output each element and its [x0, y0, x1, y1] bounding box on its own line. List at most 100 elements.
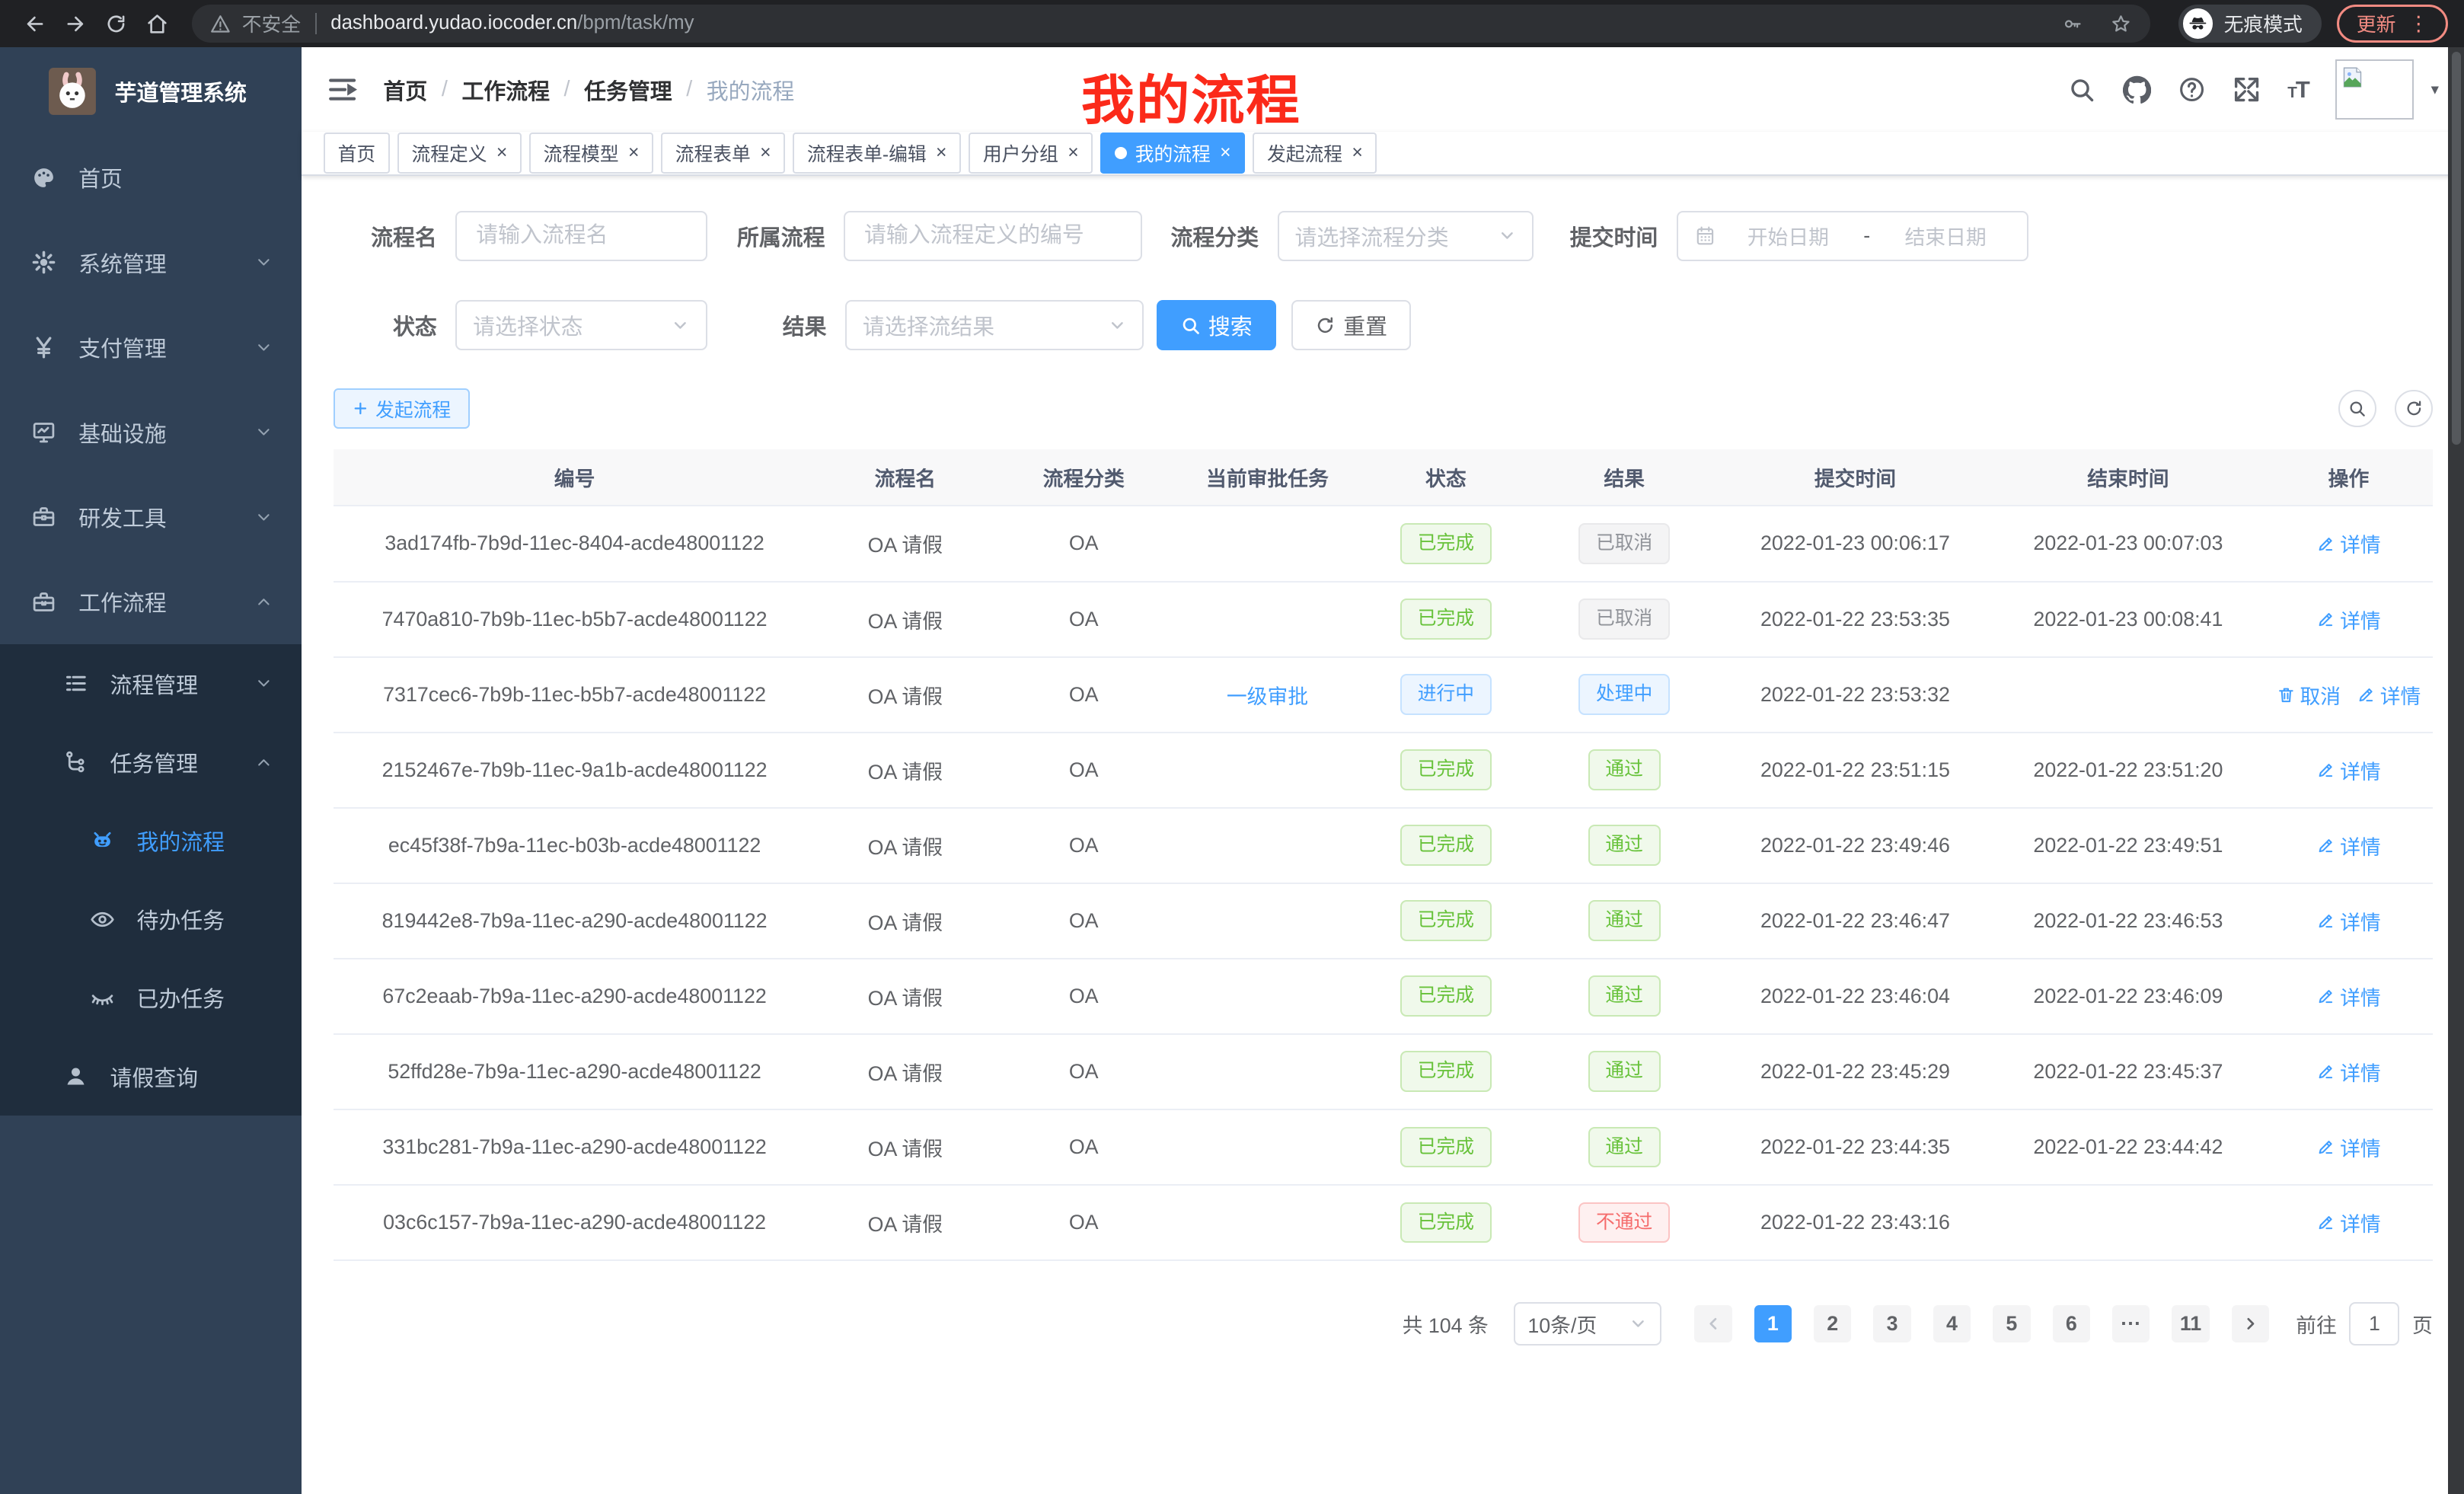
- chevron-down-icon[interactable]: ▾: [2431, 80, 2439, 99]
- github-icon[interactable]: [2123, 75, 2151, 104]
- tab-my-process[interactable]: 我的流程×: [1100, 132, 1245, 174]
- result-select[interactable]: 请选择流结果: [845, 300, 1144, 350]
- breadcrumb-item[interactable]: 首页: [384, 74, 428, 106]
- process-filter-input[interactable]: [844, 211, 1142, 261]
- tab-process-form[interactable]: 流程表单×: [661, 132, 785, 174]
- tab-label: 流程定义: [411, 139, 487, 167]
- result-badge: 通过: [1588, 975, 1661, 1017]
- search-icon[interactable]: [2067, 75, 2095, 104]
- search-button[interactable]: 搜索: [1157, 300, 1276, 350]
- tab-close-icon[interactable]: ×: [1068, 144, 1078, 163]
- tab-user-group[interactable]: 用户分组×: [969, 132, 1093, 174]
- prev-page-button[interactable]: [1694, 1305, 1732, 1343]
- forward-button[interactable]: [56, 5, 94, 43]
- tab-start-process[interactable]: 发起流程×: [1253, 132, 1377, 174]
- table-row: 2152467e-7b9b-11ec-9a1b-acde48001122OA 请…: [334, 733, 2433, 808]
- date-range-picker[interactable]: 开始日期 - 结束日期: [1677, 211, 2028, 261]
- detail-action-link[interactable]: 详情: [2357, 680, 2421, 710]
- sidebar-item-todo-tasks[interactable]: 待办任务: [0, 880, 302, 959]
- detail-action-link[interactable]: 详情: [2316, 755, 2381, 785]
- tab-close-icon[interactable]: ×: [628, 144, 639, 163]
- goto-page-input[interactable]: [2349, 1302, 2399, 1346]
- page-ellipsis[interactable]: ···: [2112, 1305, 2150, 1343]
- sidebar-item-done-tasks[interactable]: 已办任务: [0, 959, 302, 1037]
- page-button-5[interactable]: 5: [1993, 1305, 2031, 1343]
- detail-action-link[interactable]: 详情: [2316, 1057, 2381, 1087]
- sidebar-item-infrastructure[interactable]: 基础设施: [0, 390, 302, 474]
- tab-close-icon[interactable]: ×: [936, 144, 946, 163]
- detail-action-link[interactable]: 详情: [2316, 1132, 2381, 1162]
- tab-process-form-edit[interactable]: 流程表单-编辑×: [793, 132, 961, 174]
- sidebar-item-workflow[interactable]: 工作流程: [0, 560, 302, 644]
- detail-action-link[interactable]: 详情: [2316, 982, 2381, 1011]
- fullscreen-icon[interactable]: [2233, 75, 2261, 104]
- sidebar-item-leave-query[interactable]: 请假查询: [0, 1037, 302, 1116]
- sidebar-item-task-mgmt[interactable]: 任务管理: [0, 723, 302, 801]
- detail-action-link[interactable]: 详情: [2316, 605, 2381, 634]
- action-label: 详情: [2340, 605, 2381, 634]
- tab-close-icon[interactable]: ×: [496, 144, 507, 163]
- back-button[interactable]: [16, 5, 54, 43]
- cell-result: 已取消: [1530, 506, 1719, 581]
- cell-process-name: OA 请假: [816, 582, 994, 657]
- page-button-4[interactable]: 4: [1933, 1305, 1971, 1343]
- refresh-table-button[interactable]: [2395, 390, 2433, 428]
- detail-action-link[interactable]: 详情: [2316, 906, 2381, 936]
- key-icon[interactable]: [2062, 14, 2083, 34]
- star-icon[interactable]: [2111, 14, 2131, 34]
- search-toggle-button[interactable]: [2338, 390, 2376, 428]
- status-select[interactable]: 请选择状态: [455, 300, 707, 350]
- page-button-2[interactable]: 2: [1814, 1305, 1852, 1343]
- scrollbar[interactable]: [2448, 47, 2464, 1494]
- help-icon[interactable]: [2178, 75, 2206, 104]
- cell-submit-time: 2022-01-22 23:44:35: [1719, 1109, 1991, 1185]
- hamburger-icon[interactable]: [327, 74, 358, 105]
- page-button-3[interactable]: 3: [1873, 1305, 1911, 1343]
- detail-action-link[interactable]: 详情: [2316, 831, 2381, 860]
- avatar[interactable]: [2335, 59, 2414, 119]
- page-button-1[interactable]: 1: [1754, 1305, 1792, 1343]
- cancel-action-link[interactable]: 取消: [2277, 680, 2341, 710]
- scrollbar-thumb[interactable]: [2452, 52, 2461, 445]
- sidebar-item-payment[interactable]: 支付管理: [0, 305, 302, 389]
- reset-button[interactable]: 重置: [1291, 300, 1411, 350]
- page-size-select[interactable]: 10条/页: [1514, 1302, 1661, 1346]
- cell-category: OA: [994, 959, 1173, 1034]
- sidebar-item-devtools[interactable]: 研发工具: [0, 474, 302, 559]
- update-button[interactable]: 更新 ⋮: [2337, 5, 2448, 43]
- detail-action-link[interactable]: 详情: [2316, 528, 2381, 558]
- tab-close-icon[interactable]: ×: [760, 144, 771, 163]
- table-row: 7470a810-7b9b-11ec-b5b7-acde48001122OA 请…: [334, 582, 2433, 657]
- pen-icon: [2316, 761, 2335, 780]
- sidebar-item-home[interactable]: 首页: [0, 135, 302, 219]
- tab-home[interactable]: 首页: [324, 132, 390, 174]
- cell-status: 已完成: [1362, 733, 1530, 808]
- sidebar-item-my-process[interactable]: 我的流程: [0, 801, 302, 879]
- app-logo[interactable]: 芋道管理系统: [0, 47, 302, 136]
- table-row: 819442e8-7b9a-11ec-a290-acde48001122OA 请…: [334, 883, 2433, 959]
- detail-action-link[interactable]: 详情: [2316, 1208, 2381, 1237]
- reload-button[interactable]: [97, 5, 136, 43]
- next-page-button[interactable]: [2232, 1305, 2270, 1343]
- font-size-icon[interactable]: TT: [2287, 76, 2308, 104]
- page-button-11[interactable]: 11: [2172, 1305, 2210, 1343]
- cell-category: OA: [994, 883, 1173, 959]
- tab-process-definition[interactable]: 流程定义 ×: [397, 132, 522, 174]
- branch-icon: [63, 749, 88, 774]
- breadcrumb-item[interactable]: 任务管理: [584, 74, 672, 106]
- sidebar-item-process-mgmt[interactable]: 流程管理: [0, 644, 302, 723]
- sidebar-item-system[interactable]: 系统管理: [0, 220, 302, 305]
- breadcrumb-item[interactable]: 工作流程: [461, 74, 550, 106]
- menu-dots-icon[interactable]: ⋮: [2408, 14, 2429, 34]
- tab-process-model[interactable]: 流程模型×: [529, 132, 653, 174]
- current-task-link[interactable]: 一级审批: [1227, 685, 1308, 708]
- name-filter-input[interactable]: [455, 211, 707, 261]
- tab-close-icon[interactable]: ×: [1352, 144, 1362, 163]
- address-bar[interactable]: 不安全 dashboard.yudao.iocoder.cn/bpm/task/…: [192, 5, 2150, 43]
- home-button[interactable]: [139, 5, 177, 43]
- page-button-6[interactable]: 6: [2053, 1305, 2091, 1343]
- tab-close-icon[interactable]: ×: [1220, 144, 1230, 163]
- create-process-button[interactable]: 发起流程: [334, 388, 470, 429]
- category-select[interactable]: 请选择流程分类: [1278, 211, 1534, 261]
- action-label: 详情: [2340, 1208, 2381, 1237]
